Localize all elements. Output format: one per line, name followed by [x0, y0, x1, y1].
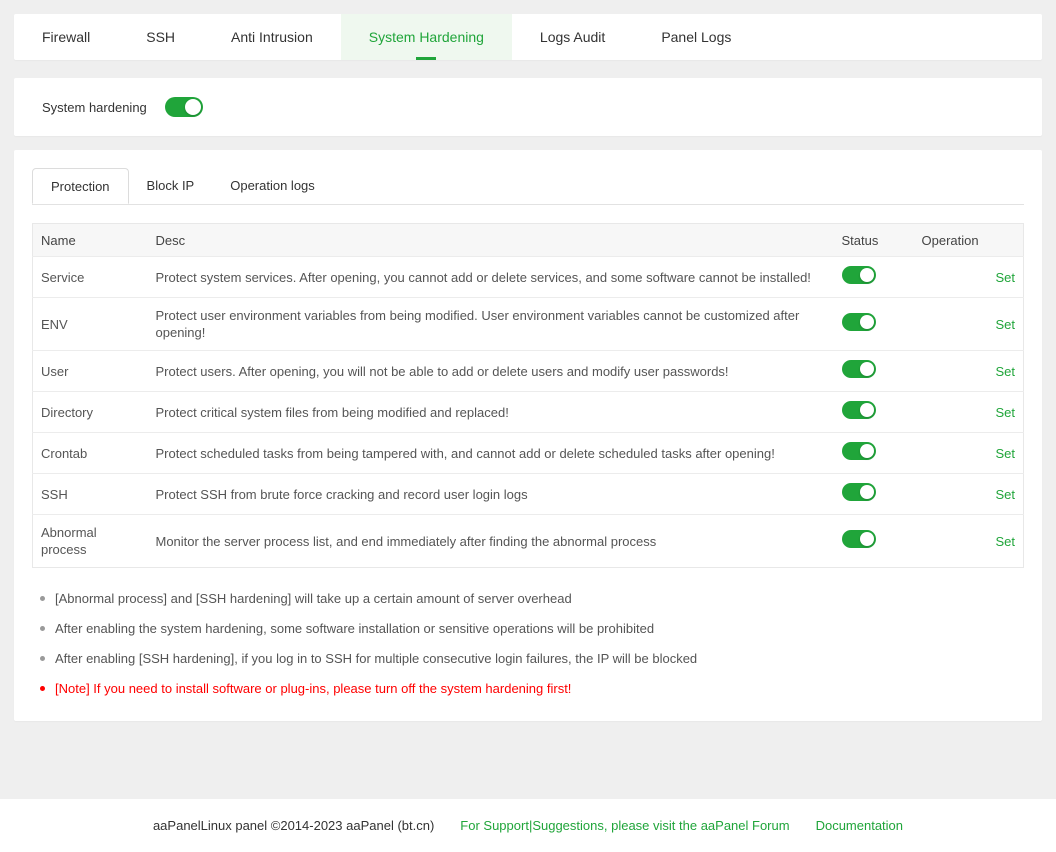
footer: aaPanelLinux panel ©2014-2023 aaPanel (b… [0, 799, 1056, 852]
system-hardening-toggle[interactable] [165, 97, 203, 117]
set-link[interactable]: Set [995, 405, 1015, 420]
table-row: ENV Protect user environment variables f… [33, 298, 1024, 351]
header-name: Name [33, 224, 148, 257]
system-hardening-label: System hardening [42, 100, 147, 115]
tab-firewall[interactable]: Firewall [14, 14, 118, 60]
row-name: Service [33, 257, 148, 298]
protection-panel: Protection Block IP Operation logs Name … [14, 150, 1042, 721]
note-item-warning: [Note] If you need to install software o… [40, 680, 1024, 697]
header-operation: Operation [914, 224, 1024, 257]
note-item: [Abnormal process] and [SSH hardening] w… [40, 590, 1024, 607]
note-text: After enabling [SSH hardening], if you l… [55, 650, 697, 667]
header-status: Status [834, 224, 914, 257]
bullet-icon [40, 656, 45, 661]
table-row: Directory Protect critical system files … [33, 392, 1024, 433]
header-desc: Desc [148, 224, 834, 257]
tab-ssh[interactable]: SSH [118, 14, 203, 60]
tab-protection[interactable]: Protection [32, 168, 129, 204]
bullet-icon [40, 596, 45, 601]
row-name: Crontab [33, 433, 148, 474]
row-desc: Protect system services. After opening, … [148, 257, 834, 298]
table-row: SSH Protect SSH from brute force crackin… [33, 474, 1024, 515]
set-link[interactable]: Set [995, 270, 1015, 285]
notes-list: [Abnormal process] and [SSH hardening] w… [32, 590, 1024, 697]
status-toggle[interactable] [842, 360, 876, 378]
note-item: After enabling the system hardening, som… [40, 620, 1024, 637]
tab-anti-intrusion[interactable]: Anti Intrusion [203, 14, 341, 60]
status-toggle[interactable] [842, 266, 876, 284]
row-desc: Protect users. After opening, you will n… [148, 351, 834, 392]
set-link[interactable]: Set [995, 446, 1015, 461]
table-row: User Protect users. After opening, you w… [33, 351, 1024, 392]
row-desc: Protect user environment variables from … [148, 298, 834, 351]
note-text: [Note] If you need to install software o… [55, 680, 571, 697]
note-text: [Abnormal process] and [SSH hardening] w… [55, 590, 572, 607]
row-desc: Monitor the server process list, and end… [148, 515, 834, 568]
status-toggle[interactable] [842, 313, 876, 331]
tab-system-hardening[interactable]: System Hardening [341, 14, 512, 60]
table-header-row: Name Desc Status Operation [33, 224, 1024, 257]
panel-sub-tabs: Protection Block IP Operation logs [32, 168, 1024, 205]
row-desc: Protect critical system files from being… [148, 392, 834, 433]
tab-panel-logs[interactable]: Panel Logs [633, 14, 759, 60]
set-link[interactable]: Set [995, 317, 1015, 332]
main-nav-tabs: Firewall SSH Anti Intrusion System Harde… [14, 14, 1042, 60]
status-toggle[interactable] [842, 442, 876, 460]
row-desc: Protect SSH from brute force cracking an… [148, 474, 834, 515]
tab-block-ip[interactable]: Block IP [129, 168, 213, 204]
row-name: Directory [33, 392, 148, 433]
set-link[interactable]: Set [995, 534, 1015, 549]
row-name: Abnormal process [33, 515, 148, 568]
set-link[interactable]: Set [995, 364, 1015, 379]
table-row: Abnormal process Monitor the server proc… [33, 515, 1024, 568]
status-toggle[interactable] [842, 483, 876, 501]
row-name: SSH [33, 474, 148, 515]
row-name: ENV [33, 298, 148, 351]
tab-logs-audit[interactable]: Logs Audit [512, 14, 633, 60]
support-link[interactable]: For Support|Suggestions, please visit th… [460, 818, 789, 833]
protection-table: Name Desc Status Operation Service Prote… [32, 223, 1024, 568]
documentation-link[interactable]: Documentation [816, 818, 903, 833]
system-hardening-card: System hardening [14, 78, 1042, 136]
set-link[interactable]: Set [995, 487, 1015, 502]
copyright-text: aaPanelLinux panel ©2014-2023 aaPanel (b… [153, 818, 434, 833]
tab-operation-logs[interactable]: Operation logs [212, 168, 333, 204]
note-item: After enabling [SSH hardening], if you l… [40, 650, 1024, 667]
table-row: Service Protect system services. After o… [33, 257, 1024, 298]
row-name: User [33, 351, 148, 392]
note-text: After enabling the system hardening, som… [55, 620, 654, 637]
table-row: Crontab Protect scheduled tasks from bei… [33, 433, 1024, 474]
status-toggle[interactable] [842, 530, 876, 548]
bullet-icon [40, 626, 45, 631]
status-toggle[interactable] [842, 401, 876, 419]
row-desc: Protect scheduled tasks from being tampe… [148, 433, 834, 474]
bullet-icon [40, 686, 45, 691]
